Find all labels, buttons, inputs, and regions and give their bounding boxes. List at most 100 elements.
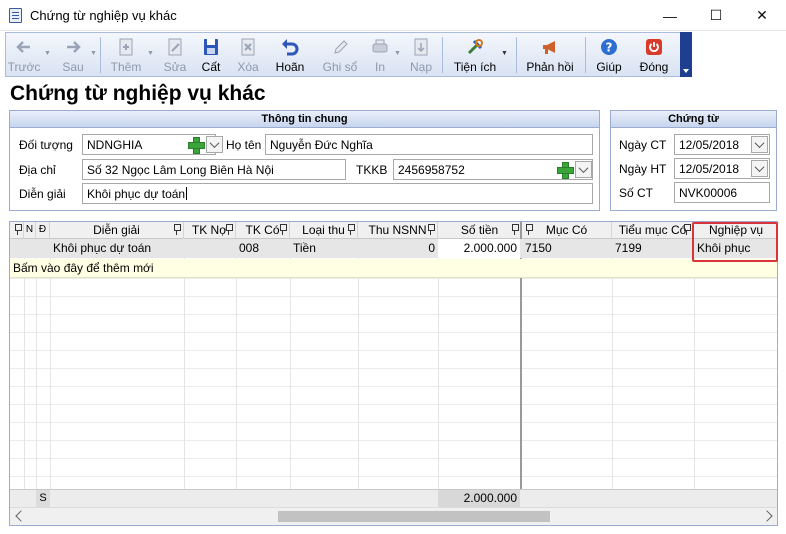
scrollbar-thumb[interactable] <box>278 511 550 522</box>
cell-tieu-muc-co[interactable]: 7199 <box>612 239 694 258</box>
title-bar: Chứng từ nghiệp vụ khác — ☐ ✕ <box>0 0 786 31</box>
cell-muc-co[interactable]: 7150 <box>522 239 612 258</box>
add-new-row[interactable]: Bấm vào đây để thêm mới <box>10 259 777 278</box>
grid-line <box>10 296 777 297</box>
so-ct-input[interactable]: NVK00006 <box>674 182 770 203</box>
grid-line <box>10 368 777 369</box>
cell-tk-co[interactable]: 008 <box>236 239 290 258</box>
ngay-ct-label: Ngày CT <box>619 138 667 152</box>
ngay-ht-dropdown-icon[interactable] <box>751 160 768 177</box>
ngay-ht-label: Ngày HT <box>619 162 667 176</box>
general-info-title: Thông tin chung <box>10 111 599 128</box>
col-thu-nsnn[interactable]: Thu NSNN <box>358 222 438 239</box>
load-icon <box>406 35 436 59</box>
print-button[interactable]: In <box>366 33 394 76</box>
toolbar-overflow-button[interactable] <box>680 32 692 77</box>
col-so-tien[interactable]: Số tiền <box>438 222 522 239</box>
col-tk-no[interactable]: TK Nợ <box>184 222 236 239</box>
cell-tk-no[interactable] <box>184 239 236 258</box>
page-title: Chứng từ nghiệp vụ khác <box>10 82 266 105</box>
footer-total-so-tien: 2.000.000 <box>438 490 520 507</box>
col-pin[interactable] <box>10 222 24 239</box>
utilities-button[interactable]: Tiện ích <box>452 33 498 76</box>
grid-line <box>10 476 777 477</box>
document-icon <box>9 8 22 23</box>
cell-thu-nsnn[interactable]: 0 <box>358 239 438 258</box>
col-d[interactable]: Đ <box>36 222 50 239</box>
help-button[interactable]: ? Giúp <box>592 33 626 76</box>
scroll-right-icon[interactable] <box>761 510 773 522</box>
add-object-button[interactable] <box>187 136 205 154</box>
next-dropdown-icon[interactable]: ▼ <box>90 50 97 57</box>
cell-so-tien[interactable]: 2.000.000 <box>438 239 520 258</box>
text-caret <box>186 187 188 200</box>
scroll-left-icon[interactable] <box>15 510 27 522</box>
minimize-button[interactable]: — <box>647 0 693 31</box>
print-dropdown-icon[interactable]: ▼ <box>394 50 401 57</box>
toolbar-separator <box>100 37 101 73</box>
col-tk-co[interactable]: TK Có <box>236 222 290 239</box>
col-nghiep-vu[interactable]: Nghiệp vụ <box>694 222 777 239</box>
col-tieu-muc-co[interactable]: Tiểu mục Có <box>612 222 694 239</box>
print-icon <box>366 35 394 59</box>
ho-ten-input[interactable]: Nguyễn Đức Nghĩa <box>265 134 593 155</box>
grid-footer: S 2.000.000 <box>10 489 777 507</box>
doi-tuong-dropdown-icon[interactable] <box>206 136 223 153</box>
edit-button[interactable]: Sửa <box>158 33 192 76</box>
pin-icon <box>683 224 691 235</box>
cell-dien-giai[interactable]: Khôi phục dự toán <box>50 239 184 258</box>
edit-icon <box>158 35 192 59</box>
cell-loai-thu[interactable]: Tiền <box>290 239 358 258</box>
general-info-group: Thông tin chung Đối tượng NDNGHIA Họ tên… <box>9 110 600 211</box>
grid-line <box>10 386 777 387</box>
pin-icon <box>173 224 181 235</box>
pin-icon <box>347 224 355 235</box>
horizontal-scrollbar[interactable] <box>10 507 777 525</box>
ngay-ct-dropdown-icon[interactable] <box>751 136 768 153</box>
close-form-button[interactable]: Đóng <box>634 33 674 76</box>
previous-button[interactable]: Trước <box>6 33 42 76</box>
col-n[interactable]: N <box>24 222 36 239</box>
delete-icon <box>230 35 266 59</box>
load-button[interactable]: Nạp <box>406 33 436 76</box>
undo-button[interactable]: Hoãn <box>270 33 310 76</box>
footer-summary-marker: S <box>36 490 50 507</box>
toolbar-separator <box>516 37 517 73</box>
megaphone-icon <box>524 35 576 59</box>
col-muc-co[interactable]: Mục Có <box>522 222 612 239</box>
pin-icon <box>225 224 233 235</box>
tkkb-dropdown-icon[interactable] <box>575 161 592 178</box>
col-dien-giai[interactable]: Diễn giải <box>50 222 184 239</box>
cell-nghiep-vu[interactable]: Khôi phục <box>694 239 777 258</box>
detail-grid: N Đ Diễn giải TK Nợ TK Có Loại thu Thu N… <box>9 221 778 526</box>
delete-button[interactable]: Xóa <box>230 33 266 76</box>
next-button[interactable]: Sau <box>56 33 90 76</box>
so-ct-label: Số CT <box>619 186 654 200</box>
dia-chi-input[interactable]: Số 32 Ngọc Lâm Long Biên Hà Nội <box>82 159 346 180</box>
add-dropdown-icon[interactable]: ▼ <box>147 50 154 57</box>
grid-line <box>10 422 777 423</box>
add-account-button[interactable] <box>556 161 574 179</box>
utilities-dropdown-icon[interactable]: ▼ <box>501 50 508 57</box>
pin-icon <box>279 224 287 235</box>
save-button[interactable]: Cất <box>194 33 228 76</box>
table-row[interactable]: Khôi phục dự toán 008 Tiền 0 2.000.000 7… <box>10 239 777 258</box>
tkkb-label: TKKB <box>356 163 388 177</box>
grid-line <box>10 332 777 333</box>
tools-icon <box>452 35 498 59</box>
maximize-button[interactable]: ☐ <box>693 0 739 31</box>
post-ledger-button[interactable]: Ghi sổ <box>318 33 362 76</box>
dien-giai-label: Diễn giải <box>19 187 66 201</box>
pin-icon <box>511 224 519 235</box>
power-icon <box>634 35 674 59</box>
grid-header: N Đ Diễn giải TK Nợ TK Có Loại thu Thu N… <box>10 222 777 239</box>
ho-ten-label: Họ tên <box>226 138 262 152</box>
add-button[interactable]: Thêm <box>106 33 146 76</box>
dia-chi-label: Địa chỉ <box>19 163 56 177</box>
previous-dropdown-icon[interactable]: ▼ <box>44 50 51 57</box>
col-loai-thu[interactable]: Loại thu <box>290 222 358 239</box>
pin-icon <box>525 224 533 235</box>
close-window-button[interactable]: ✕ <box>739 0 785 31</box>
dien-giai-input[interactable]: Khôi phục dự toán <box>82 183 593 204</box>
feedback-button[interactable]: Phản hồi <box>524 33 576 76</box>
